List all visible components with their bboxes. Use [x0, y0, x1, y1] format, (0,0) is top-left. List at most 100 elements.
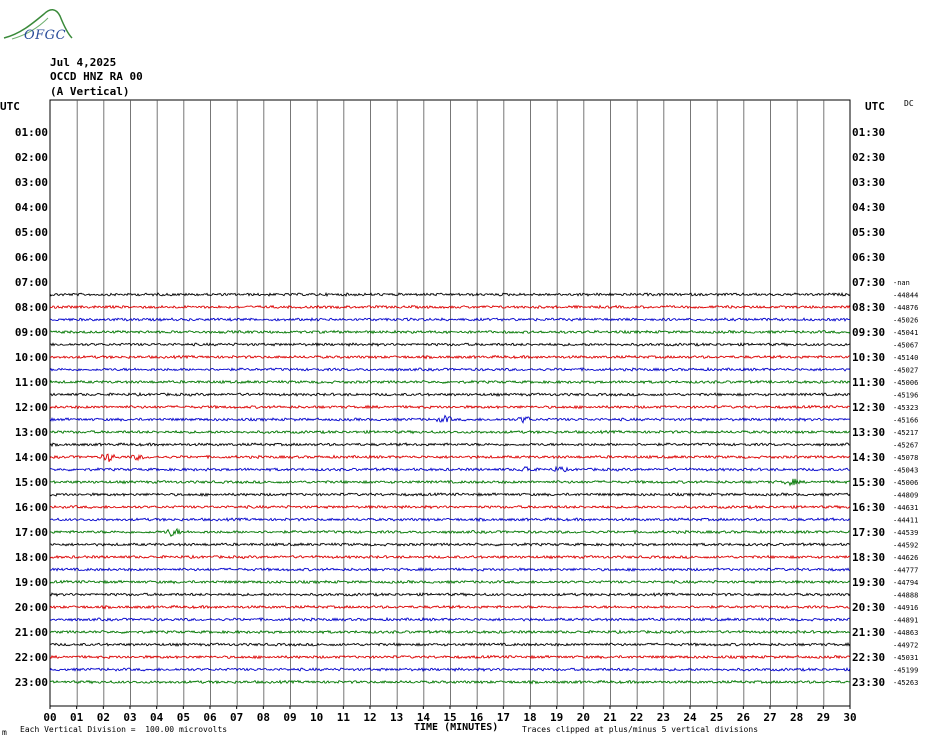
x-tick-label: 23: [657, 711, 670, 724]
dc-value-label: -45078: [893, 454, 918, 462]
dc-value-label: -44411: [893, 517, 918, 525]
seismic-trace: [49, 641, 851, 647]
right-hour-label: 18:30: [852, 551, 885, 564]
dc-value-label: -45217: [893, 429, 918, 437]
seismic-trace: [49, 579, 851, 585]
left-hour-label: 13:00: [15, 426, 48, 439]
right-hour-label: 09:30: [852, 326, 885, 339]
right-hour-label: 01:30: [852, 126, 885, 139]
dc-value-label: -44809: [893, 492, 918, 500]
x-tick-label: 24: [683, 711, 697, 724]
dc-value-label: -45006: [893, 379, 918, 387]
seismic-trace: [49, 478, 851, 487]
dc-value-label: -45166: [893, 417, 918, 425]
dc-value-label: -nan: [893, 279, 910, 287]
scale-note: Each Vertical Division = 100.00 microvol…: [20, 725, 228, 734]
seismic-trace: [49, 391, 851, 397]
x-tick-label: 27: [763, 711, 776, 724]
left-hour-label: 11:00: [15, 376, 48, 389]
right-hour-label: 10:30: [852, 351, 885, 364]
x-tick-label: 12: [363, 711, 376, 724]
right-hour-label: 08:30: [852, 301, 885, 314]
seismic-trace: [49, 604, 851, 610]
x-tick-label: 19: [550, 711, 563, 724]
x-tick-label: 03: [123, 711, 136, 724]
seismic-trace: [49, 527, 851, 538]
clip-note: Traces clipped at plus/minus 5 vertical …: [522, 725, 759, 734]
seismic-trace: [49, 366, 851, 372]
right-hour-label: 15:30: [852, 476, 885, 489]
dc-value-label: -44916: [893, 604, 918, 612]
seismic-trace: [49, 379, 851, 385]
x-tick-label: 29: [817, 711, 830, 724]
x-tick-label: 06: [203, 711, 217, 724]
dc-value-label: -44592: [893, 542, 918, 550]
dc-value-label: -45043: [893, 467, 918, 475]
seismic-trace: [49, 429, 851, 435]
x-tick-label: 30: [843, 711, 856, 724]
right-hour-label: 03:30: [852, 176, 885, 189]
seismic-trace: [49, 492, 851, 497]
left-hour-label: 01:00: [15, 126, 48, 139]
dc-value-label: -44876: [893, 304, 918, 312]
left-hour-label: 14:00: [15, 451, 48, 464]
dc-value-label: -44794: [893, 579, 918, 587]
seismic-trace: [49, 667, 851, 672]
dc-value-label: -45263: [893, 679, 918, 687]
dc-value-label: -44626: [893, 554, 918, 562]
right-hour-label: 11:30: [852, 376, 885, 389]
dc-value-label: -45323: [893, 404, 918, 412]
left-hour-label: 16:00: [15, 501, 48, 514]
left-hour-label: 09:00: [15, 326, 48, 339]
dc-value-label: -44972: [893, 642, 918, 650]
x-tick-label: 10: [310, 711, 323, 724]
right-hour-label: 04:30: [852, 201, 885, 214]
right-hour-label: 19:30: [852, 576, 885, 589]
right-hour-label: 20:30: [852, 601, 885, 614]
x-tick-label: 01: [70, 711, 84, 724]
plot-frame: [49, 99, 851, 707]
left-hour-label: 07:00: [15, 276, 48, 289]
x-tick-label: 18: [523, 711, 536, 724]
right-hour-label: 12:30: [852, 401, 885, 414]
seismic-trace: [49, 453, 851, 463]
seismic-trace: [49, 679, 851, 685]
dc-value-label: -45140: [893, 354, 918, 362]
seismic-trace: [49, 329, 851, 335]
dc-value-label: -44888: [893, 592, 918, 600]
dc-value-label: -44891: [893, 617, 918, 625]
right-hour-label: 23:30: [852, 676, 885, 689]
left-hour-label: 17:00: [15, 526, 48, 539]
dc-value-label: -45031: [893, 654, 918, 662]
x-tick-label: 08: [257, 711, 270, 724]
dc-value-label: -45041: [893, 329, 918, 337]
seismic-trace: [49, 291, 851, 298]
x-tick-label: 07: [230, 711, 243, 724]
seismic-trace: [49, 304, 851, 310]
x-tick-label: 02: [97, 711, 110, 724]
right-hour-label: 06:30: [852, 251, 885, 264]
x-tick-label: 26: [737, 711, 751, 724]
x-tick-label: 25: [710, 711, 723, 724]
right-hour-label: 16:30: [852, 501, 885, 514]
x-tick-label: 17: [497, 711, 510, 724]
dc-value-label: -44539: [893, 529, 918, 537]
seismic-trace: [49, 414, 851, 424]
dc-value-label: -44863: [893, 629, 918, 637]
seismic-trace: [49, 504, 851, 510]
x-axis-title: TIME (MINUTES): [414, 722, 499, 733]
left-hour-label: 22:00: [15, 651, 48, 664]
left-hour-label: 02:00: [15, 151, 48, 164]
dc-value-label: -44844: [893, 292, 918, 300]
dc-value-label: -45196: [893, 392, 918, 400]
left-hour-label: 06:00: [15, 251, 48, 264]
dc-value-label: -45199: [893, 667, 918, 675]
corner-mark: m: [2, 728, 7, 737]
left-hour-label: 23:00: [15, 676, 48, 689]
x-tick-label: 13: [390, 711, 403, 724]
x-tick-label: 09: [283, 711, 296, 724]
x-tick-label: 11: [337, 711, 351, 724]
dc-value-label: -45267: [893, 442, 918, 450]
seismic-trace: [49, 354, 850, 360]
seismic-trace: [49, 317, 851, 322]
